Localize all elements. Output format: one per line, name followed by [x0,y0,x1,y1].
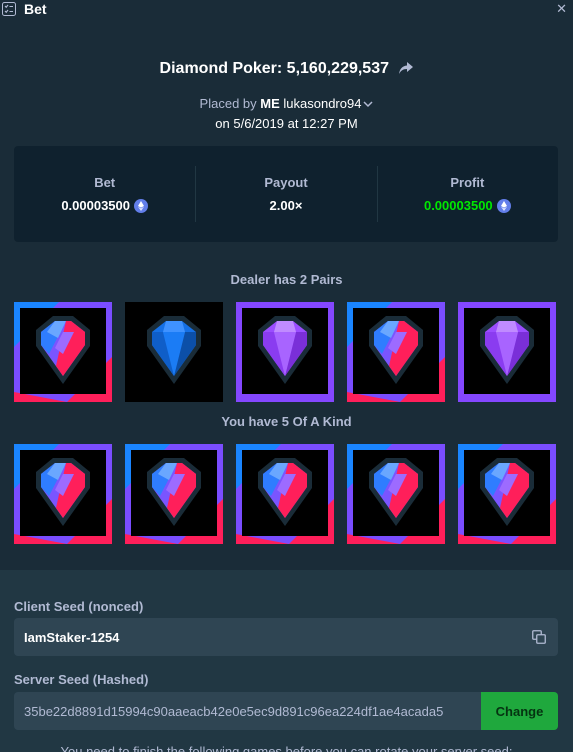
rotate-seed-note: You need to finish the following games b… [60,744,513,752]
bet-label: Bet [94,175,116,190]
bet-date: on 5/6/2019 at 12:27 PM [215,116,358,131]
bet-value-row: 0.00003500 [61,198,148,213]
dealer-card-5 [458,302,556,402]
dealer-card-2 [125,302,223,402]
diamond-gem-icon [236,444,334,544]
client-seed-field[interactable]: IamStaker-1254 [14,618,558,656]
client-seed-value: IamStaker-1254 [24,629,120,645]
placed-by-prefix: Placed by [199,96,257,111]
share-arrow-icon[interactable] [399,62,414,74]
server-seed-field[interactable]: 35be22d8891d15994c90aaeacb42e0e5ec9d891c… [14,692,481,730]
stat-profit: Profit 0.00003500 [376,146,558,242]
dealer-card-4 [347,302,445,402]
server-seed-value: 35be22d8891d15994c90aaeacb42e0e5ec9d891c… [24,703,444,719]
me-badge: ME [260,96,280,111]
profit-label: Profit [450,175,485,190]
diamond-gem-icon [347,444,445,544]
dealer-cards [14,302,558,402]
bet-stats-panel: Bet 0.00003500 Payout 2.00× Profit 0.000… [14,146,558,242]
diamond-gem-icon [236,302,334,402]
player-card-4 [347,444,445,544]
change-seed-button[interactable]: Change [481,692,558,730]
player-card-1 [14,444,112,544]
profit-value: 0.00003500 [423,198,493,213]
diamond-gem-icon [14,444,112,544]
diamond-gem-icon [458,302,556,402]
diamond-gem-icon [458,444,556,544]
close-icon[interactable]: ✕ [556,1,567,17]
profit-value-row: 0.00003500 [424,198,511,213]
diamond-gem-icon [125,444,223,544]
payout-value: 2.00× [269,198,303,213]
payout-label: Payout [264,175,308,190]
window-title: Bet [24,1,47,17]
player-cards [14,444,558,544]
diamond-gem-icon [14,302,112,402]
dealer-card-3 [236,302,334,402]
placed-by: Placed by ME lukasondro94 [0,96,573,111]
client-seed-label: Client Seed (nonced) [14,599,144,614]
stat-payout: Payout 2.00× [195,146,376,242]
copy-icon[interactable] [532,630,546,644]
title-bar: Bet ✕ [0,0,573,20]
game-title: Diamond Poker: 5,160,229,537 [0,60,573,78]
ethereum-icon [134,198,148,213]
stat-bet: Bet 0.00003500 [14,146,195,242]
ethereum-icon [496,198,511,213]
diamond-gem-icon [125,302,223,402]
player-card-2 [125,444,223,544]
username-link[interactable]: lukasondro94 [283,96,361,111]
player-result-label: You have 5 Of A Kind [221,414,352,429]
player-card-3 [236,444,334,544]
checklist-icon[interactable] [2,2,16,16]
dealer-result-label: Dealer has 2 Pairs [230,272,343,287]
dealer-card-1 [14,302,112,402]
bet-value: 0.00003500 [61,198,130,213]
game-title-text: Diamond Poker: 5,160,229,537 [159,60,389,77]
diamond-gem-icon [347,302,445,402]
chevron-down-icon[interactable] [363,100,373,108]
server-seed-label: Server Seed (Hashed) [14,672,149,687]
player-card-5 [458,444,556,544]
